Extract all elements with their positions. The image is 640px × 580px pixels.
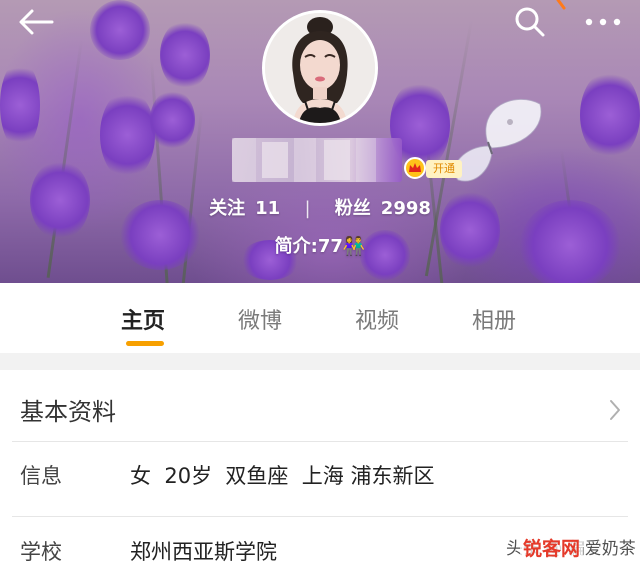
school-row-label: 学校	[20, 540, 62, 564]
tab-album[interactable]: 相册	[472, 303, 516, 335]
back-button[interactable]	[14, 6, 58, 38]
active-tab-indicator	[126, 341, 164, 346]
notification-mark-icon	[556, 0, 566, 10]
section-title: 基本资料	[20, 398, 116, 426]
avatar-photo	[265, 13, 375, 123]
tab-weibo[interactable]: 微博	[238, 303, 282, 335]
search-icon	[515, 7, 545, 37]
followers-label: 粉丝	[334, 198, 371, 219]
chevron-right-icon	[610, 400, 620, 420]
school-row-value: 郑州西亚斯学院	[130, 540, 277, 564]
more-dots-icon	[585, 18, 621, 26]
profile-tabs: 主页 微博 视频 相册	[0, 283, 640, 353]
watermark-logo: 锐客网	[520, 534, 584, 561]
followers-count: 2998	[380, 198, 431, 219]
profile-stats: 关注 11 | 粉丝 2998	[0, 194, 640, 220]
tab-video[interactable]: 视频	[355, 303, 399, 335]
divider	[12, 441, 628, 442]
following-count: 11	[255, 198, 281, 219]
open-vip-button[interactable]: 开通	[426, 160, 462, 178]
following-link[interactable]: 关注 11	[209, 198, 286, 219]
tab-home[interactable]: 主页	[121, 303, 165, 335]
following-label: 关注	[209, 198, 246, 219]
divider	[12, 516, 628, 517]
vip-crown-icon	[404, 157, 426, 179]
search-button[interactable]	[510, 4, 550, 40]
followers-link[interactable]: 粉丝 2998	[335, 198, 431, 219]
info-row-value: 女 20岁 双鱼座 上海 浦东新区	[130, 464, 435, 488]
back-arrow-icon	[19, 9, 54, 35]
stats-separator: |	[304, 198, 311, 219]
info-row-label: 信息	[20, 464, 62, 488]
profile-banner: 开通 关注 11 | 粉丝 2998 简介:77👫	[0, 0, 640, 283]
more-button[interactable]	[578, 8, 628, 36]
basic-info-header[interactable]: 基本资料	[0, 370, 640, 440]
profile-bio[interactable]: 简介:77👫	[0, 232, 640, 258]
avatar[interactable]	[262, 10, 378, 126]
username-blurred	[232, 138, 402, 182]
